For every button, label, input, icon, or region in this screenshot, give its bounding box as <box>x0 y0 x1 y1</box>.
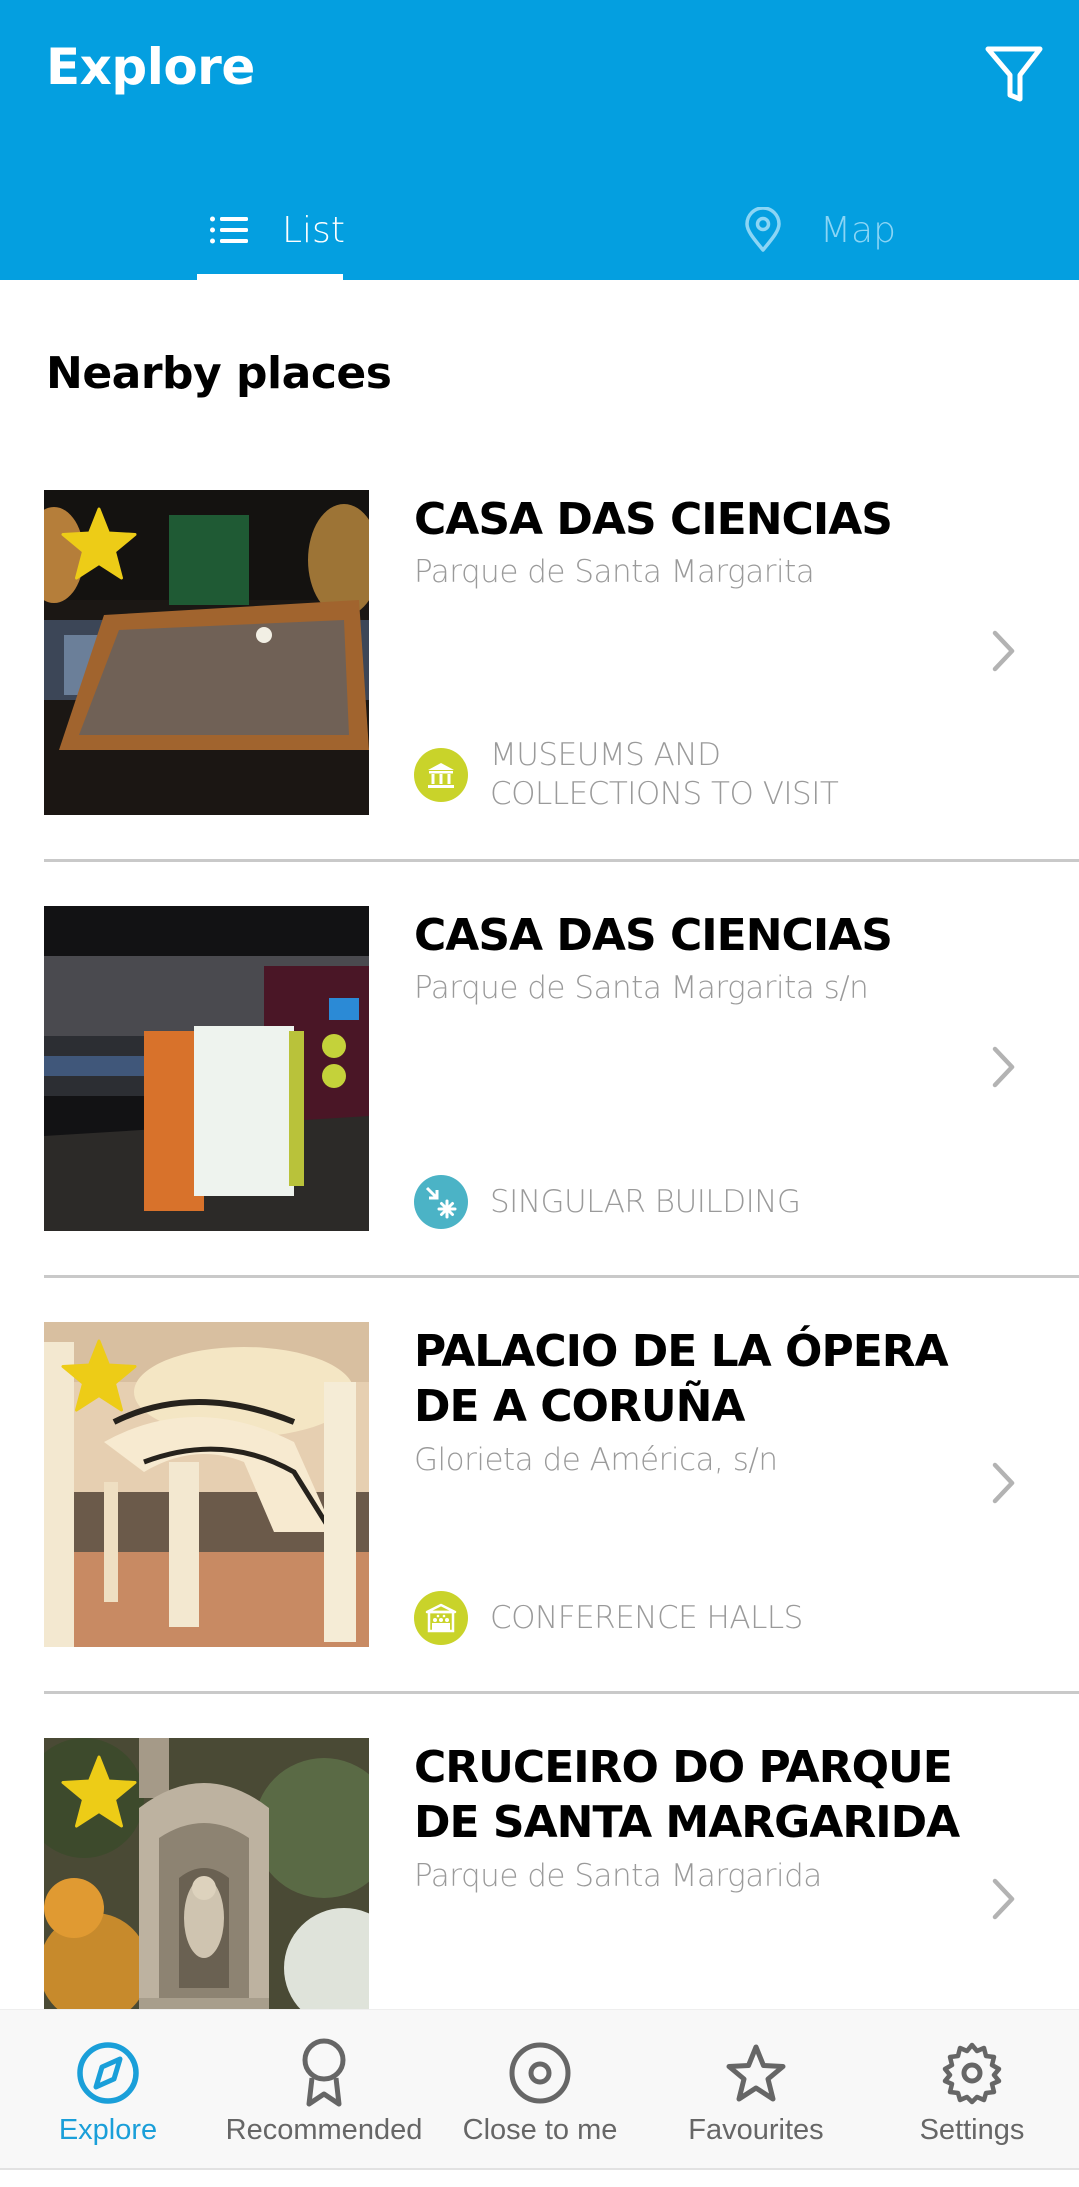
category-label: SINGULAR BUILDING <box>490 1183 801 1220</box>
place-title: CASA DAS CIENCIAS <box>414 494 893 545</box>
nav-close-to-me[interactable]: Close to me <box>432 2010 648 2169</box>
place-card[interactable]: CASA DAS CIENCIAS Parque de Santa Margar… <box>0 490 1079 906</box>
museum-icon <box>414 748 468 802</box>
place-category: CONFERENCE HALLS <box>414 1591 803 1645</box>
category-label: CONFERENCE HALLS <box>490 1599 803 1636</box>
place-address: Glorieta de América, s/n <box>414 1442 778 1478</box>
tab-map-label: Map <box>820 209 896 251</box>
place-title: PALACIO DE LA ÓPERA DE A CORUÑA <box>414 1326 949 1432</box>
category-label: MUSEUMS AND COLLECTIONS TO VISIT <box>490 737 839 812</box>
list-divider <box>44 1691 1079 1694</box>
chevron-right-icon[interactable] <box>986 1875 1020 1923</box>
favourite-star-icon <box>61 507 137 580</box>
app-header: Explore List Map <box>0 0 1079 280</box>
place-card[interactable]: CASA DAS CIENCIAS Parque de Santa Margar… <box>0 906 1079 1322</box>
system-bar-space <box>0 2170 1079 2187</box>
nav-explore[interactable]: Explore <box>0 2010 216 2169</box>
star-outline-icon <box>723 2040 789 2106</box>
list-icon <box>210 216 248 244</box>
favourite-star-icon <box>61 1755 137 1828</box>
favourite-star-icon <box>61 1339 137 1412</box>
place-card[interactable]: PALACIO DE LA ÓPERA DE A CORUÑA Glorieta… <box>0 1322 1079 1738</box>
tab-list-label: List <box>282 209 345 251</box>
tab-map[interactable]: Map <box>700 180 960 280</box>
place-title: CASA DAS CIENCIAS <box>414 910 893 961</box>
list-divider <box>44 859 1079 862</box>
nav-label: Recommended <box>225 2114 423 2146</box>
nav-label: Close to me <box>462 2114 618 2146</box>
nav-label: Settings <box>919 2114 1025 2146</box>
nav-favourites[interactable]: Favourites <box>648 2010 864 2169</box>
tab-list[interactable]: List <box>197 180 345 280</box>
place-image <box>44 490 369 815</box>
filter-button[interactable] <box>978 38 1050 108</box>
award-ribbon-icon <box>291 2038 357 2107</box>
place-address: Parque de Santa Margarita s/n <box>414 970 869 1006</box>
nav-recommended[interactable]: Recommended <box>216 2010 432 2169</box>
singular-building-icon <box>414 1175 468 1229</box>
gear-icon <box>939 2040 1005 2106</box>
place-address: Parque de Santa Margarida <box>414 1858 822 1894</box>
place-image <box>44 1322 369 1647</box>
nav-settings[interactable]: Settings <box>864 2010 1079 2169</box>
filter-funnel-icon <box>985 46 1043 102</box>
chevron-right-icon[interactable] <box>986 1043 1020 1091</box>
page-title: Explore <box>46 38 255 96</box>
bottom-navigation: Explore Recommended Close to me Favourit… <box>0 2009 1079 2170</box>
place-title: CRUCEIRO DO PARQUE DE SANTA MARGARIDA <box>414 1742 960 1848</box>
section-title: Nearby places <box>46 348 392 399</box>
conference-hall-icon <box>414 1591 468 1645</box>
chevron-right-icon[interactable] <box>986 1459 1020 1507</box>
chevron-right-icon[interactable] <box>986 627 1020 675</box>
target-location-icon <box>507 2040 573 2106</box>
place-address: Parque de Santa Margarita <box>414 554 815 590</box>
active-tab-indicator <box>197 274 343 280</box>
nav-label: Explore <box>58 2114 158 2146</box>
place-category: MUSEUMS AND COLLECTIONS TO VISIT <box>414 736 870 814</box>
list-divider <box>44 1275 1079 1278</box>
compass-icon <box>75 2040 141 2106</box>
place-category: SINGULAR BUILDING <box>414 1175 801 1229</box>
nav-label: Favourites <box>688 2114 824 2146</box>
map-pin-icon <box>744 207 782 253</box>
place-image <box>44 906 369 1231</box>
